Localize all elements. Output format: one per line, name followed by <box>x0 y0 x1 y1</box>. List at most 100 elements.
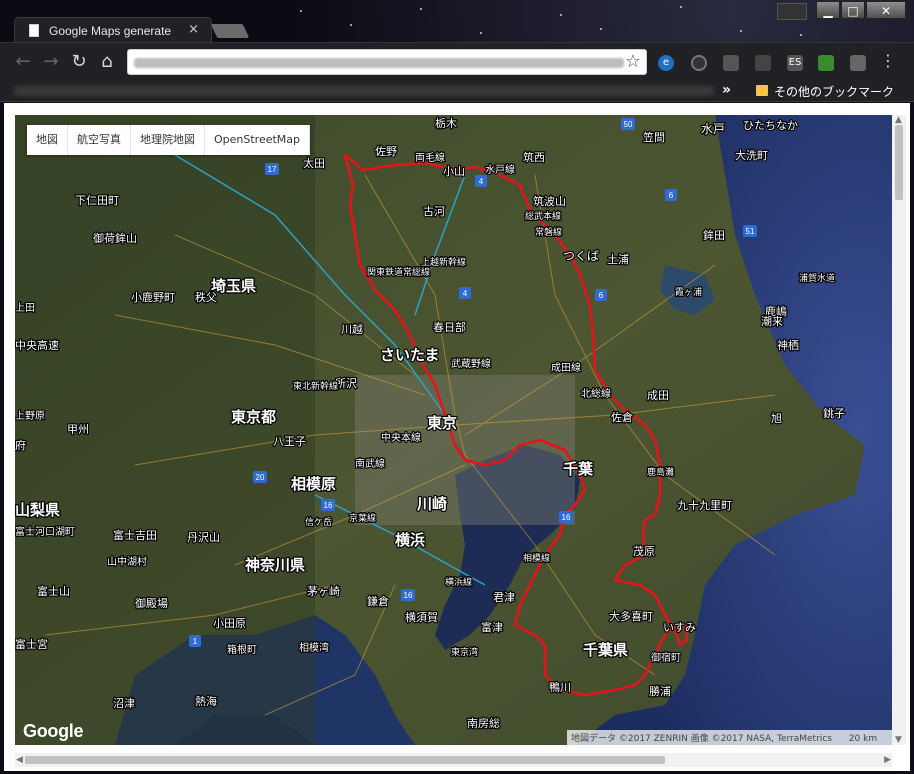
horizontal-scrollbar[interactable]: ◀ ▶ <box>15 753 892 767</box>
map-label: 佐倉 <box>611 410 633 424</box>
map-label: 横須賀 <box>405 610 438 624</box>
profile-avatar[interactable] <box>777 3 807 20</box>
map-label: 太田 <box>303 157 325 170</box>
stamp-extension-icon[interactable] <box>850 55 866 71</box>
map-label: 所沢 <box>335 376 357 390</box>
map-label-yamanashi-pref: 山梨県 <box>15 501 60 519</box>
vertical-scroll-thumb[interactable] <box>895 125 903 200</box>
map-label: 府 <box>15 438 26 452</box>
google-logo: Google <box>23 721 84 741</box>
map-label: 御殿場 <box>135 596 168 610</box>
scroll-down-icon[interactable]: ▼ <box>895 735 902 745</box>
route-marker: 1 <box>193 637 198 646</box>
bookmark-star-icon[interactable]: ☆ <box>625 51 641 72</box>
bookmarks-bar: » その他のブックマーク <box>0 80 914 102</box>
new-tab-button[interactable] <box>210 24 250 38</box>
vertical-scrollbar[interactable]: ▲ ▼ <box>892 115 906 745</box>
route-marker: 16 <box>404 591 413 600</box>
map-label: 下仁田町 <box>75 194 119 207</box>
browser-window: Google Maps generate × ▁ □ ✕ ← → ↻ ⌂ ☆ e… <box>0 0 914 774</box>
puzzle-extension-icon[interactable] <box>723 55 739 71</box>
ie-tab-extension-icon[interactable]: e <box>658 55 674 71</box>
map-type-gsi[interactable]: 地理院地図 <box>131 125 205 155</box>
map-label: 川越 <box>341 322 363 336</box>
scroll-right-icon[interactable]: ▶ <box>884 755 891 765</box>
map-label: 大多喜町 <box>609 609 653 623</box>
map-scale[interactable]: 20 km <box>849 734 877 744</box>
menu-icon[interactable]: ⋮ <box>880 53 896 69</box>
minimize-button[interactable]: ▁ <box>816 1 840 19</box>
window-extension-icon[interactable] <box>755 55 771 71</box>
route-marker: 6 <box>599 291 604 300</box>
map-label: 富士河口湖町 <box>15 525 75 538</box>
scroll-left-icon[interactable]: ◀ <box>16 755 23 765</box>
map-type-osm[interactable]: OpenStreetMap <box>205 125 311 155</box>
map-label: 東京湾 <box>451 646 478 657</box>
map-type-control: 地図 航空写真 地理院地図 OpenStreetMap <box>27 125 311 155</box>
route-marker: 50 <box>624 120 633 129</box>
map-label-kanagawa-pref: 神奈川県 <box>245 556 305 574</box>
map-label: 信ケ岳 <box>305 516 332 527</box>
route-marker: 16 <box>562 513 571 522</box>
map-canvas: 埼玉県 東京都 さいたま 東京 千葉 相模原 川崎 横浜 神奈川県 千葉県 山梨… <box>15 115 892 745</box>
map-label-yokohama: 横浜 <box>395 531 425 549</box>
home-button[interactable]: ⌂ <box>96 51 118 73</box>
map-type-map[interactable]: 地図 <box>27 125 68 155</box>
route-marker: 4 <box>479 177 484 186</box>
maximize-button[interactable]: □ <box>841 1 865 19</box>
title-bar: Google Maps generate × ▁ □ ✕ <box>0 0 914 43</box>
map-label: 中央本線 <box>381 431 421 444</box>
map-label: 南房総 <box>467 716 500 730</box>
map-label: 神栖 <box>777 338 799 352</box>
address-bar[interactable]: ☆ <box>127 49 647 75</box>
browser-toolbar: ← → ↻ ⌂ ☆ e ES ⋮ <box>0 42 914 80</box>
record-extension-icon[interactable] <box>691 55 707 71</box>
bookmarks-list[interactable] <box>14 86 714 96</box>
horizontal-scroll-thumb[interactable] <box>25 756 665 764</box>
map-label: 成田 <box>647 389 669 402</box>
urban-area <box>355 375 575 525</box>
map-label: 小田原 <box>213 617 246 630</box>
map-label: 銚子 <box>823 406 845 420</box>
map-label: 両毛線 <box>415 151 445 164</box>
map-label: 土浦 <box>607 253 629 266</box>
route-marker: 6 <box>669 191 674 200</box>
map-label: 富士宮 <box>15 637 48 651</box>
map-label: 山中湖村 <box>107 555 147 568</box>
folder-icon <box>756 85 768 96</box>
map-label: 上野原 <box>15 410 45 422</box>
map-label: 成田線 <box>551 361 581 374</box>
tab-title: Google Maps generate <box>49 24 172 38</box>
map-label: 富士吉田 <box>113 528 157 542</box>
map-label: 筑西 <box>523 150 545 164</box>
map-label: 上田 <box>15 302 35 314</box>
colorful-extension-icon[interactable] <box>818 55 834 71</box>
tab-close-icon[interactable]: × <box>188 22 199 37</box>
close-window-button[interactable]: ✕ <box>866 1 906 19</box>
map-label: 御宿町 <box>651 651 681 664</box>
map-label: 武蔵野線 <box>451 357 491 370</box>
scroll-up-icon[interactable]: ▲ <box>895 115 902 125</box>
reload-button[interactable]: ↻ <box>68 51 90 73</box>
back-button[interactable]: ← <box>12 51 34 73</box>
map-label: 相模線 <box>523 552 550 563</box>
map-label-sagamihara: 相模原 <box>291 475 336 493</box>
map-label: 富津 <box>481 620 503 634</box>
map-label: つくば <box>563 249 599 263</box>
map-label: 甲州 <box>67 424 89 436</box>
route-marker: 16 <box>324 501 333 510</box>
map-label: 箱根町 <box>227 643 257 656</box>
map-label: 春日部 <box>433 320 466 334</box>
map-label: 水戸線 <box>485 163 515 176</box>
map-label: 熱海 <box>195 694 217 708</box>
map-type-satellite[interactable]: 航空写真 <box>68 125 131 155</box>
forward-button[interactable]: → <box>40 51 62 73</box>
map-label: 中央高速 <box>15 338 59 352</box>
google-map[interactable]: 埼玉県 東京都 さいたま 東京 千葉 相模原 川崎 横浜 神奈川県 千葉県 山梨… <box>15 115 892 745</box>
other-bookmarks-button[interactable]: その他のブックマーク <box>774 83 894 100</box>
tab-google-maps[interactable]: Google Maps generate × <box>14 17 212 43</box>
attribution-text[interactable]: 地図データ ©2017 ZENRIN 画像 ©2017 NASA, TerraM… <box>571 734 832 744</box>
map-label: 茅ヶ崎 <box>307 584 340 598</box>
bookmarks-more-button[interactable]: » <box>722 82 731 98</box>
es-extension-icon[interactable]: ES <box>787 55 803 71</box>
